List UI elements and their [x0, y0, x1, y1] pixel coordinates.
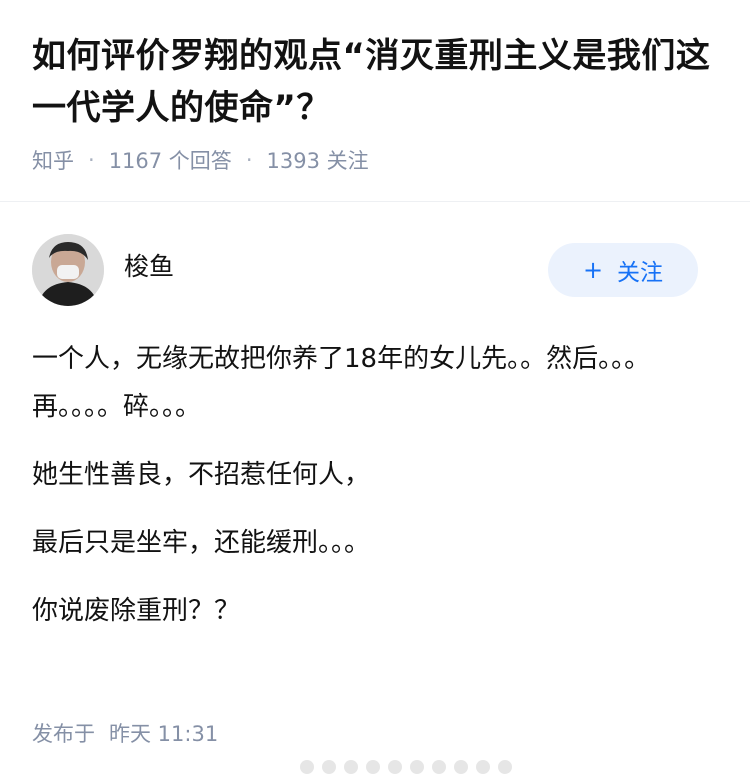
meta-separator: ·: [88, 148, 95, 172]
published-label: 发布于: [32, 722, 95, 746]
answer-count[interactable]: 1167 个回答: [109, 145, 232, 175]
avatar[interactable]: [32, 234, 104, 306]
publish-time: 发布于 昨天 11:31: [32, 717, 218, 751]
answer-paragraph: 你说废除重刑？？: [32, 596, 241, 626]
follower-count[interactable]: 1393 关注: [267, 145, 369, 175]
question-header: 如何评价罗翔的观点“消灭重刑主义是我们这一代学人的使命”？ 知乎 · 1167 …: [0, 0, 750, 200]
answer-body: 一个人，无缘无故把你养了18年的女儿先。。然后。。。再。。。。碎。。。 她生性善…: [32, 335, 722, 635]
follow-label: 关注: [617, 260, 664, 286]
answer-paragraph: 一个人，无缘无故把你养了18年的女儿先。。然后。。。再。。。。碎。。。: [32, 344, 651, 422]
avatar-image: [32, 234, 104, 306]
follow-button[interactable]: + 关注: [548, 243, 698, 297]
source-label[interactable]: 知乎: [32, 145, 74, 175]
plus-icon: +: [582, 256, 604, 284]
question-meta: 知乎 · 1167 个回答 · 1393 关注: [32, 142, 369, 178]
author-name[interactable]: 梭鱼: [124, 250, 174, 284]
published-time: 昨天 11:31: [109, 722, 219, 746]
answer-paragraph: 最后只是坐牢，还能缓刑。。。: [32, 528, 371, 558]
section-divider: [0, 201, 750, 202]
answer-paragraph: 她生性善良，不招惹任何人，: [32, 460, 371, 490]
question-title[interactable]: 如何评价罗翔的观点“消灭重刑主义是我们这一代学人的使命”？: [32, 30, 722, 134]
more-dots-icon: [300, 757, 512, 777]
meta-separator: ·: [245, 148, 253, 172]
